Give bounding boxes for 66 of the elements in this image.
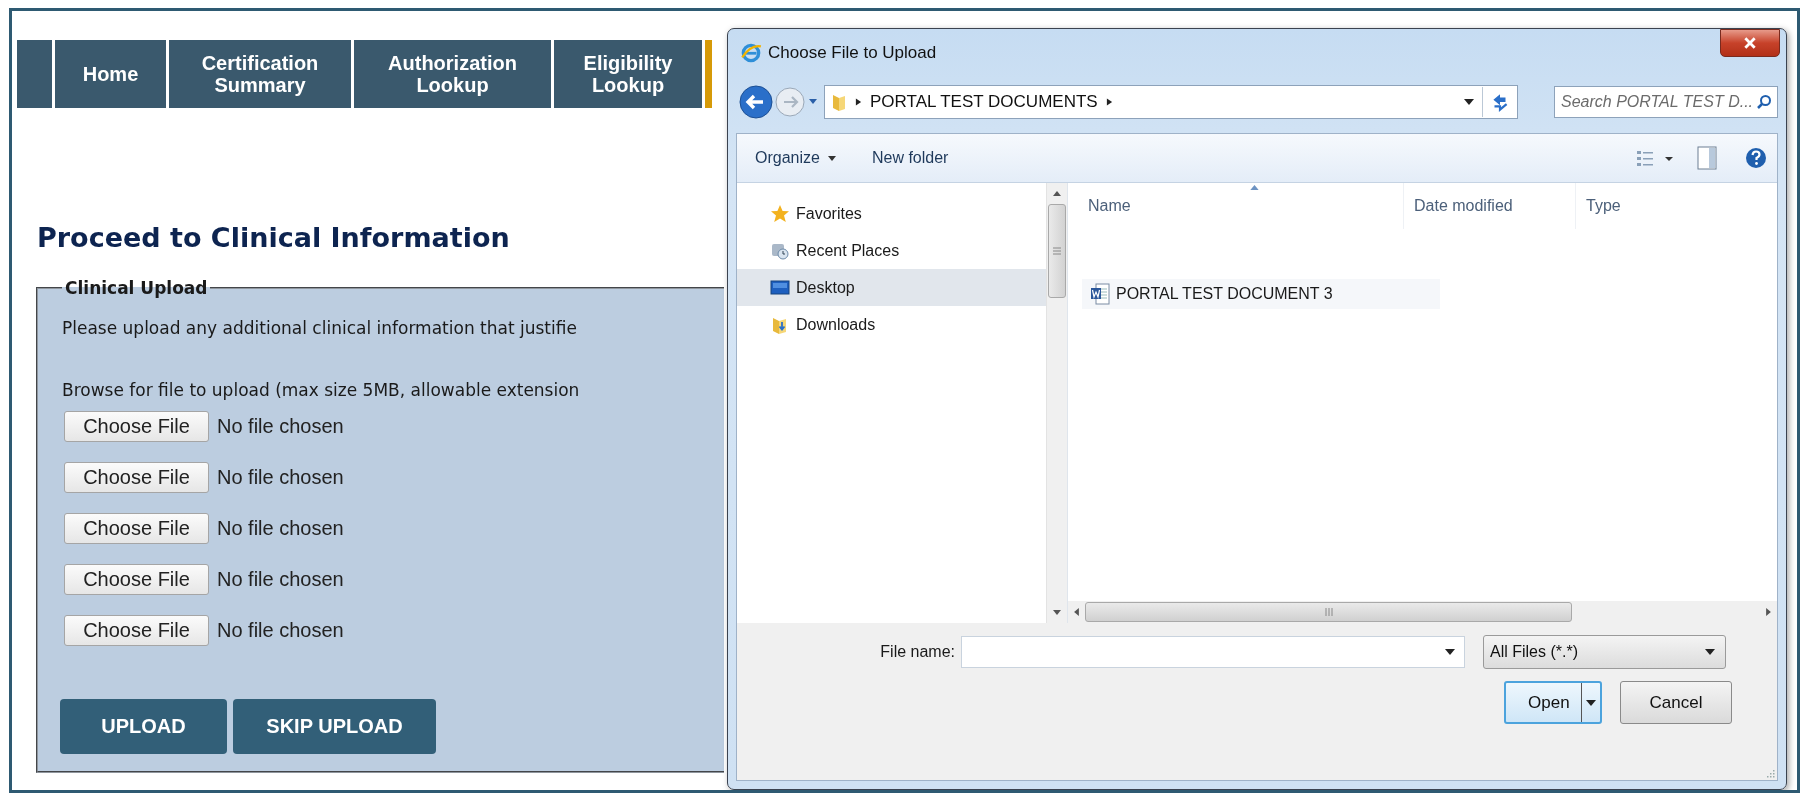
file-status: No file chosen — [217, 568, 344, 591]
scroll-thumb-grip-icon[interactable] — [1324, 608, 1333, 616]
nav-tab[interactable]: Certification Summary — [169, 40, 351, 108]
close-icon — [1743, 36, 1757, 50]
action-button[interactable]: SKIP UPLOAD — [233, 699, 436, 754]
scrollbar[interactable] — [1046, 183, 1067, 623]
sort-arrow-icon — [1250, 185, 1259, 190]
dialog-title: Choose File to Upload — [768, 43, 937, 63]
choose-file-button[interactable]: Choose File — [64, 513, 209, 544]
help-icon[interactable] — [1745, 147, 1767, 169]
caret-icon — [827, 155, 836, 161]
nav-tab-stub — [17, 40, 52, 108]
file-name-label: File name: — [879, 643, 956, 661]
scroll-down-icon[interactable] — [1053, 610, 1061, 615]
scroll-up-icon[interactable] — [1053, 191, 1061, 196]
instruction-text: Browse for file to upload (max size 5MB, allowable extension — [62, 379, 581, 402]
search-field[interactable]: Search PORTAL TEST D... — [1554, 86, 1778, 118]
action-button[interactable]: UPLOAD — [60, 699, 227, 754]
instruction-text: Please upload any additional clinical information that justifie — [62, 317, 578, 340]
desktop-icon — [770, 277, 790, 298]
address-bar[interactable]: PORTAL TEST DOCUMENTS — [824, 85, 1518, 119]
nav-tab[interactable]: Home — [55, 40, 166, 108]
choose-file-button[interactable]: Choose File — [64, 615, 209, 646]
nav-tab-edge — [705, 40, 712, 108]
toolbar-button[interactable]: Organize — [755, 149, 836, 167]
word-document-icon — [1090, 283, 1110, 305]
dialog-button[interactable]: Cancel — [1620, 681, 1732, 724]
choose-file-button[interactable]: Choose File — [64, 411, 209, 442]
scrollbar[interactable] — [1068, 601, 1777, 623]
browser-icon — [740, 42, 762, 64]
nav-pane-item[interactable]: Recent Places — [762, 232, 1046, 269]
nav-pane-item[interactable]: Desktop — [737, 269, 1046, 306]
file-item[interactable]: PORTAL TEST DOCUMENT 3 — [1082, 279, 1440, 309]
view-options-icon[interactable] — [1635, 148, 1675, 168]
scroll-left-icon[interactable] — [1074, 608, 1079, 616]
dropdown-caret-icon[interactable] — [1445, 649, 1455, 655]
panel-legend: Clinical Upload — [62, 278, 211, 298]
nav-pane-item[interactable]: Downloads — [762, 306, 1046, 343]
scroll-thumb-grip-icon[interactable] — [1053, 247, 1061, 255]
column-header[interactable]: Type — [1576, 183, 1621, 229]
file-status: No file chosen — [217, 415, 344, 438]
dialog-button[interactable]: Open — [1504, 681, 1602, 724]
page-heading: Proceed to Clinical Information — [37, 221, 511, 255]
back-forward-icon[interactable] — [738, 84, 820, 120]
file-type-dropdown[interactable]: All Files (*.*) — [1483, 635, 1726, 669]
breadcrumb-arrow-icon — [1105, 97, 1113, 107]
nav-tab[interactable]: Eligibility Lookup — [554, 40, 702, 108]
file-status: No file chosen — [217, 466, 344, 489]
choose-file-button[interactable]: Choose File — [64, 462, 209, 493]
close-button[interactable] — [1720, 29, 1780, 57]
choose-file-button[interactable]: Choose File — [64, 564, 209, 595]
file-status: No file chosen — [217, 619, 344, 642]
breadcrumb-arrow-icon — [855, 97, 862, 107]
nav-tab[interactable]: Authorization Lookup — [354, 40, 551, 108]
star-icon — [770, 203, 790, 224]
search-icon — [1756, 94, 1772, 110]
nav-pane-item[interactable]: Favorites — [762, 195, 1046, 232]
toolbar-button[interactable]: New folder — [871, 149, 949, 167]
file-name-field[interactable] — [961, 636, 1465, 668]
scroll-right-icon[interactable] — [1766, 608, 1771, 616]
caret-icon — [1705, 649, 1715, 655]
column-header[interactable]: Date modified — [1404, 183, 1576, 229]
file-status: No file chosen — [217, 517, 344, 540]
resize-grip-icon[interactable] — [1765, 768, 1775, 778]
dropdown-caret-icon[interactable] — [1464, 99, 1474, 105]
caret-icon — [1586, 699, 1596, 706]
